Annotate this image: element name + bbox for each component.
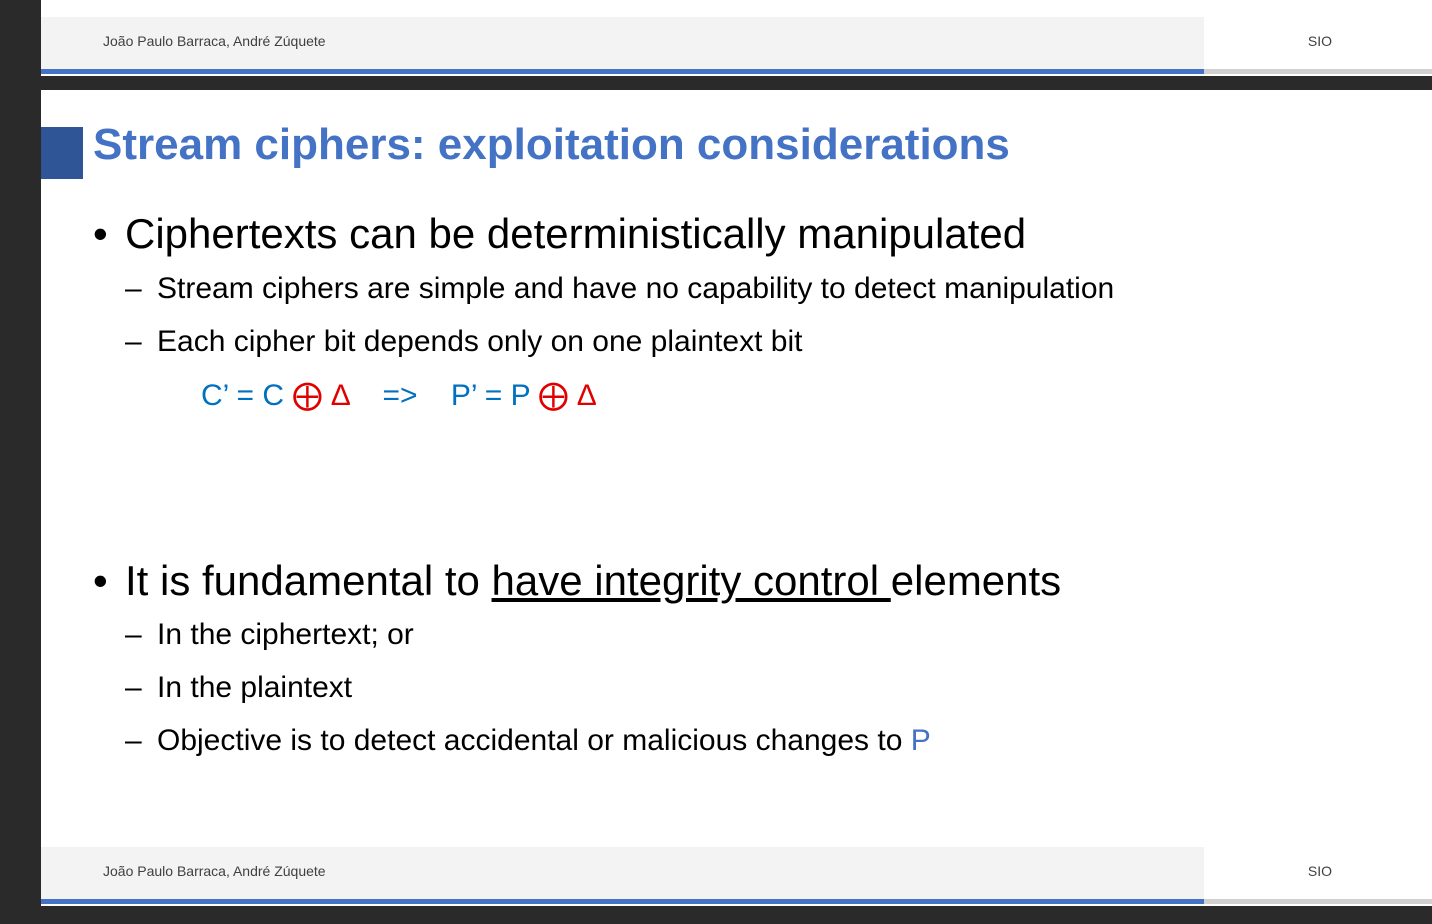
previous-slide-footer: João Paulo Barraca, André Zúquete [41, 17, 1204, 69]
sub-bullet-text: Objective is to detect accidental or mal… [157, 724, 911, 757]
slide-footer: João Paulo Barraca, André Zúquete [41, 847, 1204, 899]
bullet-icon: • [93, 557, 108, 604]
slide-title: Stream ciphers: exploitation considerati… [93, 120, 1010, 169]
bullet-text-prefix: It is fundamental to [125, 557, 492, 604]
sub-bullet-text: In the ciphertext; or [157, 618, 414, 651]
sub-bullet-item: – In the ciphertext; or [125, 618, 414, 652]
current-slide[interactable]: Stream ciphers: exploitation considerati… [41, 90, 1432, 924]
formula-implies: => [349, 379, 451, 412]
sub-bullet-item: – Objective is to detect accidental or ma… [125, 724, 931, 758]
dash-icon: – [125, 272, 142, 305]
sub-bullet-item: – Stream ciphers are simple and have no c… [125, 272, 1114, 306]
dash-icon: – [125, 671, 142, 704]
footer-author: João Paulo Barraca, André Zúquete [103, 33, 326, 49]
formula-c-prime: C’ = C [201, 379, 293, 412]
bullet-item: • Ciphertexts can be deterministically ma… [93, 210, 1026, 258]
title-marker [41, 127, 83, 179]
slide-viewer: João Paulo Barraca, André Zúquete SIO St… [0, 0, 1432, 924]
sub-bullet-highlight: P [910, 724, 931, 757]
footer-divider [41, 69, 1204, 74]
sub-bullet-text: Each cipher bit depends only on one plai… [157, 325, 803, 358]
bullet-text-underlined: have integrity control [491, 557, 891, 604]
slide-separator [41, 76, 1432, 90]
formula-p-prime: P’ = P [450, 379, 539, 412]
bullet-text: Ciphertexts can be deterministically man… [125, 210, 1027, 257]
sub-bullet-text: Stream ciphers are simple and have no ca… [157, 272, 1115, 305]
xor-formula: C’ = C ⨁ Δ => P’ = P ⨁ Δ [201, 378, 597, 413]
sub-bullet-text: In the plaintext [157, 671, 353, 704]
viewer-left-margin [0, 0, 41, 924]
sub-bullet-item: – In the plaintext [125, 671, 352, 705]
dash-icon: – [125, 724, 142, 757]
footer-author: João Paulo Barraca, André Zúquete [103, 863, 326, 879]
bullet-text-suffix: elements [890, 557, 1062, 604]
bullet-icon: • [93, 210, 108, 257]
formula-xor-delta: ⨁ Δ [538, 379, 597, 412]
formula-xor-delta: ⨁ Δ [292, 379, 350, 412]
previous-slide[interactable]: João Paulo Barraca, André Zúquete SIO [41, 0, 1432, 76]
footer-course: SIO [1307, 33, 1332, 49]
dash-icon: – [125, 618, 142, 651]
footer-divider [41, 899, 1204, 904]
footer-course: SIO [1307, 863, 1332, 879]
footer-divider-gray [1204, 69, 1432, 74]
footer-divider-gray [1204, 899, 1432, 904]
viewer-bottom-margin [41, 906, 1432, 924]
bullet-item: • It is fundamental to have integrity con… [93, 557, 1061, 605]
sub-bullet-item: – Each cipher bit depends only on one pla… [125, 325, 802, 359]
dash-icon: – [125, 325, 142, 358]
